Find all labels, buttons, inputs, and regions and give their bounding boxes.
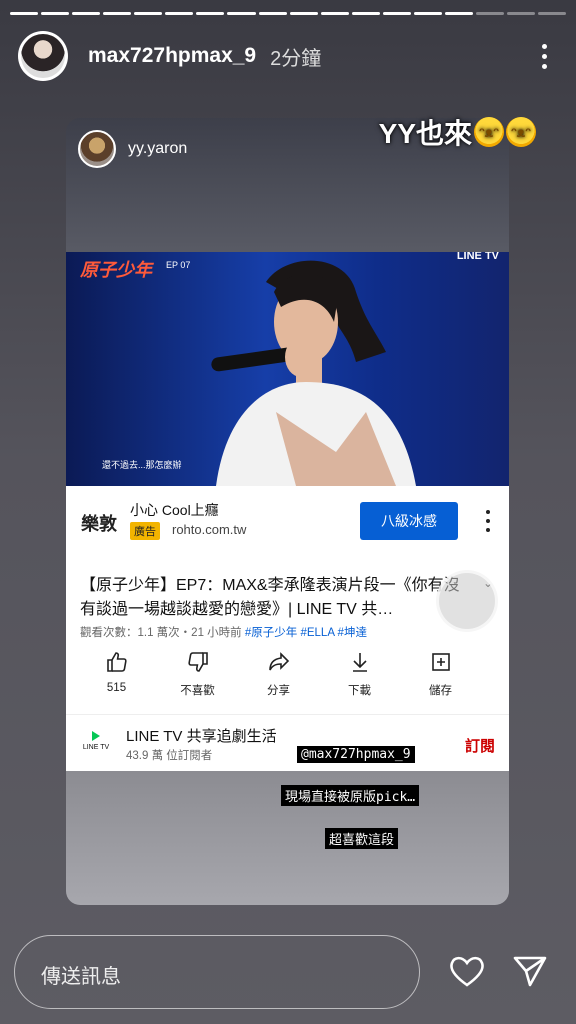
view-count-time: 觀看次數：1.1 萬次・21 小時前 bbox=[80, 627, 245, 639]
channel-row[interactable]: LINE TV LINE TV 共享追劇生活 43.9 萬 位訂閱者 訂閱 bbox=[66, 714, 509, 772]
progress-segment bbox=[134, 12, 163, 15]
share-button[interactable]: 分享 bbox=[238, 650, 319, 698]
ad-title: 小心 Cool上癮 bbox=[130, 502, 219, 518]
progress-segment bbox=[507, 12, 536, 15]
text-sticker: 現場直接被原版pick… bbox=[281, 785, 420, 806]
video-info: 【原子少年】EP7：MAX&李承隆表演片段一《你有沒有談過一場越談越愛的戀愛》|… bbox=[66, 560, 509, 771]
overlay-caption: YY也來 bbox=[378, 118, 472, 149]
ad-banner[interactable]: 樂敦 小心 Cool上癮 廣告 rohto.com.tw 八級冰感 bbox=[66, 486, 509, 560]
download-icon bbox=[348, 650, 372, 674]
ad-domain: rohto.com.tw bbox=[172, 522, 247, 537]
progress-segment bbox=[103, 12, 132, 15]
progress-segment bbox=[227, 12, 256, 15]
download-button[interactable]: 下載 bbox=[319, 650, 400, 698]
ad-badge: 廣告 bbox=[130, 522, 160, 540]
progress-segment bbox=[320, 12, 349, 15]
message-input-placeholder: 傳送訊息 bbox=[41, 966, 121, 988]
thumbs-up-icon bbox=[105, 650, 129, 674]
more-options-icon[interactable] bbox=[532, 41, 556, 71]
mention-sticker[interactable]: @max727hpmax_9 bbox=[297, 746, 415, 763]
progress-segment bbox=[444, 12, 473, 15]
progress-segment bbox=[475, 12, 504, 15]
action-bar: 515 不喜歡 分享 下載 儲存 bbox=[76, 650, 509, 698]
video-player[interactable]: 原子少年 EP 07 LINE TV 還不過去...那怎麼辦 bbox=[66, 252, 509, 486]
channel-logo-text: LINE TV bbox=[82, 744, 110, 751]
dislike-button[interactable]: 不喜歡 bbox=[157, 650, 238, 698]
channel-logo: LINE TV bbox=[82, 731, 110, 755]
username[interactable]: max727hpmax_9 bbox=[88, 44, 256, 68]
show-logo: 原子少年 bbox=[80, 260, 152, 280]
avatar[interactable] bbox=[18, 31, 68, 81]
progress-segment bbox=[382, 12, 411, 15]
video-title[interactable]: 【原子少年】EP7：MAX&李承隆表演片段一《你有沒有談過一場越談越愛的戀愛》|… bbox=[80, 574, 460, 622]
send-icon[interactable] bbox=[512, 954, 548, 988]
story-header: max727hpmax_9 2分鐘 bbox=[18, 30, 556, 82]
laughing-emoji-icon: ᵔᴥᵔ bbox=[506, 117, 536, 147]
progress-segment bbox=[538, 12, 567, 15]
video-watermark: LINE TV bbox=[456, 252, 499, 262]
progress-segment bbox=[10, 12, 39, 15]
laughing-emoji-icon: ᵔᴥᵔ bbox=[474, 117, 504, 147]
progress-segment bbox=[289, 12, 318, 15]
like-count: 515 bbox=[106, 682, 127, 694]
avatar bbox=[78, 130, 116, 168]
video-subtitle: 還不過去...那怎麼辦 bbox=[102, 460, 182, 470]
hashtags[interactable]: #原子少年 #ELLA #坤達 bbox=[245, 627, 367, 639]
message-input[interactable]: 傳送訊息 bbox=[14, 935, 420, 1009]
text-sticker: 超喜歡這段 bbox=[325, 828, 399, 849]
progress-segment bbox=[413, 12, 442, 15]
video-frame-image bbox=[211, 260, 416, 486]
progress-segment bbox=[258, 12, 287, 15]
save-button[interactable]: 儲存 bbox=[400, 650, 481, 698]
timestamp: 2分鐘 bbox=[270, 47, 322, 70]
play-icon bbox=[92, 731, 100, 741]
thumbs-down-icon bbox=[186, 650, 210, 674]
touch-indicator bbox=[436, 570, 498, 632]
share-label: 分享 bbox=[267, 685, 290, 697]
shared-username: yy.yaron bbox=[128, 140, 188, 157]
like-button[interactable]: 515 bbox=[76, 650, 157, 698]
progress-segment bbox=[41, 12, 70, 15]
ad-more-icon[interactable] bbox=[485, 510, 491, 532]
subscriber-count: 43.9 萬 位訂閱者 bbox=[126, 750, 213, 762]
advertiser-logo: 樂敦 bbox=[81, 514, 117, 534]
story-text-overlay: YY也來 ᵔᴥᵔ ᵔᴥᵔ bbox=[379, 112, 536, 152]
progress-segment bbox=[165, 12, 194, 15]
progress-segment bbox=[72, 12, 101, 15]
download-label: 下載 bbox=[348, 685, 371, 697]
video-meta: 觀看次數：1.1 萬次・21 小時前 #原子少年 #ELLA #坤達 bbox=[80, 624, 367, 640]
save-icon bbox=[429, 650, 453, 674]
progress-segment bbox=[351, 12, 380, 15]
subscribe-button[interactable]: 訂閱 bbox=[465, 735, 495, 756]
shared-post-header: yy.yaron bbox=[78, 130, 187, 168]
story-progress-bar bbox=[10, 12, 567, 15]
dislike-label: 不喜歡 bbox=[180, 685, 215, 697]
progress-segment bbox=[196, 12, 225, 15]
channel-name[interactable]: LINE TV 共享追劇生活 bbox=[126, 725, 277, 746]
share-icon bbox=[267, 650, 291, 674]
save-label: 儲存 bbox=[429, 685, 452, 697]
heart-icon[interactable] bbox=[448, 954, 486, 988]
ad-cta-button[interactable]: 八級冰感 bbox=[360, 502, 458, 540]
